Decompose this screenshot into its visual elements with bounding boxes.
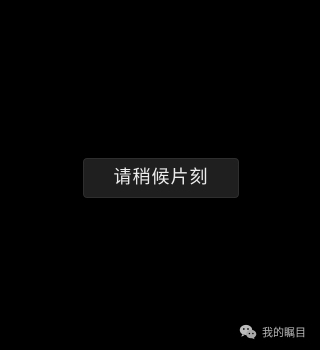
watermark-text: 我的瞩目 (262, 325, 306, 339)
loading-message: 请稍候片刻 (113, 167, 209, 188)
loading-toast: 请稍候片刻 (83, 158, 239, 198)
wechat-icon (239, 324, 257, 340)
video-player-screen: 请稍候片刻 我的瞩目 (0, 0, 315, 350)
watermark: 我的瞩目 (239, 323, 306, 341)
